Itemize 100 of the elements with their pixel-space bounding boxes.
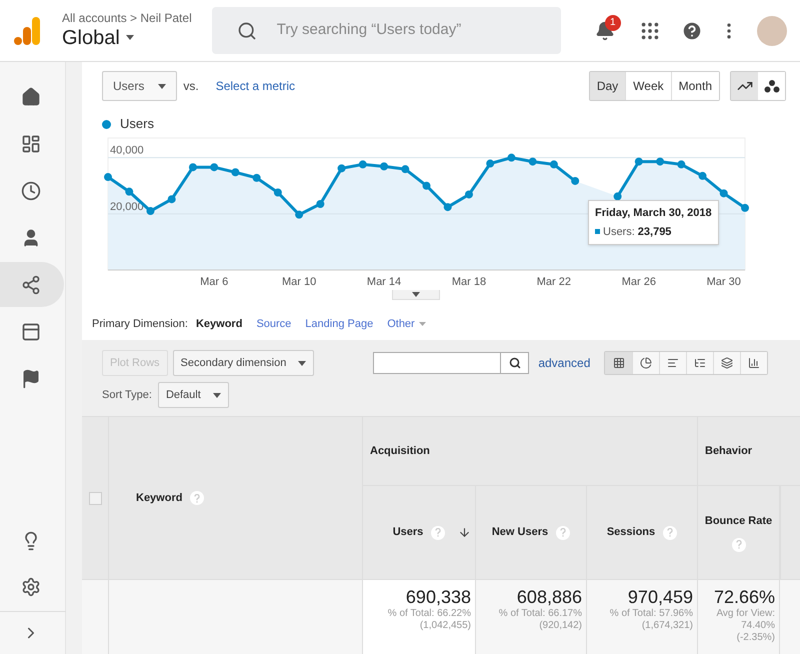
data-point bbox=[507, 154, 516, 162]
tooltip-label: Users: bbox=[603, 224, 635, 240]
x-axis-label: Mar 26 bbox=[622, 276, 656, 288]
period-button[interactable]: Month bbox=[670, 72, 719, 100]
total-value: 690,338 bbox=[406, 586, 471, 608]
metric-column-header[interactable]: New Users bbox=[476, 486, 587, 579]
search-icon bbox=[236, 20, 257, 40]
table-search-field[interactable] bbox=[373, 352, 502, 374]
flag-icon bbox=[21, 368, 41, 388]
x-axis-label: Mar 30 bbox=[706, 276, 741, 288]
data-point bbox=[528, 158, 537, 166]
stack-icon bbox=[721, 357, 734, 369]
x-axis-label: Mar 14 bbox=[366, 276, 402, 288]
y-axis-label: 20,000 bbox=[110, 200, 144, 213]
group-header: Acquisition bbox=[363, 417, 698, 486]
view-button[interactable] bbox=[605, 352, 632, 374]
metric-column-header[interactable]: Users bbox=[363, 486, 476, 579]
grid-icon bbox=[612, 357, 625, 369]
x-axis-label: Mar 18 bbox=[452, 276, 486, 288]
data-point bbox=[146, 207, 154, 216]
caret-icon bbox=[418, 322, 426, 326]
data-point bbox=[444, 203, 452, 212]
bars-icon bbox=[667, 357, 680, 369]
dimension-tab[interactable]: Keyword bbox=[196, 316, 242, 332]
column-label: Sessions bbox=[606, 525, 656, 540]
data-point bbox=[550, 160, 558, 168]
keyword-column-header[interactable]: Keyword bbox=[136, 490, 182, 506]
total-subtext: % of Total: 57.96% bbox=[610, 608, 693, 620]
total-value: 72.66% bbox=[714, 586, 775, 608]
column-label: Users bbox=[392, 525, 424, 540]
data-point bbox=[358, 160, 367, 168]
x-axis-label: Mar 6 bbox=[200, 276, 228, 288]
data-point bbox=[104, 173, 112, 182]
data-point bbox=[274, 188, 282, 196]
total-subtext: Avg for View: bbox=[716, 608, 775, 620]
period-button[interactable]: Day bbox=[590, 72, 626, 100]
data-point bbox=[231, 168, 240, 176]
advanced-link[interactable]: advanced bbox=[538, 354, 590, 372]
data-point bbox=[295, 210, 304, 219]
metric-column-header[interactable]: Bounce Rate bbox=[698, 486, 780, 579]
vs-label: vs. bbox=[183, 78, 199, 95]
search-input[interactable]: Try searching “Users today” bbox=[276, 19, 537, 42]
metric-column-header[interactable]: Sessions bbox=[587, 486, 698, 579]
data-point bbox=[252, 174, 261, 182]
caret-icon bbox=[126, 35, 134, 40]
home-icon bbox=[21, 86, 41, 106]
dimension-menu[interactable]: Other bbox=[387, 316, 426, 332]
window-icon bbox=[21, 322, 41, 342]
select-all-checkbox[interactable] bbox=[88, 492, 102, 504]
dimension-tab[interactable]: Source bbox=[256, 316, 292, 332]
data-point bbox=[464, 190, 473, 198]
view-button[interactable] bbox=[740, 352, 768, 374]
help-icon[interactable] bbox=[680, 20, 703, 42]
sort-type-dropdown[interactable]: Default bbox=[158, 382, 229, 408]
view-button[interactable] bbox=[713, 352, 740, 374]
secondary-dimension-dropdown[interactable]: Secondary dimension bbox=[172, 350, 314, 376]
caret-icon bbox=[158, 84, 166, 88]
x-axis-label: Mar 10 bbox=[282, 276, 316, 288]
data-point bbox=[168, 195, 176, 204]
line-chart-button[interactable] bbox=[731, 72, 758, 100]
caret-icon bbox=[298, 360, 306, 366]
group-header: Behavior bbox=[698, 417, 800, 486]
view-button[interactable] bbox=[632, 352, 660, 374]
total-subtext: 74.40% bbox=[741, 620, 775, 632]
metric-dropdown[interactable]: Users bbox=[102, 71, 178, 101]
search-button[interactable] bbox=[501, 352, 530, 374]
view-button[interactable] bbox=[659, 352, 686, 374]
total-value: 970,459 bbox=[628, 586, 693, 608]
branch-icon bbox=[21, 274, 41, 294]
column-label: Bounce Rate bbox=[704, 514, 772, 530]
settings-icon[interactable] bbox=[21, 577, 41, 597]
search-icon bbox=[508, 357, 521, 369]
data-point bbox=[401, 165, 410, 174]
data-point bbox=[188, 163, 197, 172]
caret-icon bbox=[212, 392, 221, 398]
data-point bbox=[677, 160, 686, 168]
tree-icon bbox=[694, 357, 706, 369]
x-axis-label: Mar 22 bbox=[536, 276, 572, 288]
data-point bbox=[316, 200, 324, 208]
legend-label: Users bbox=[120, 115, 154, 134]
notification-badge: 1 bbox=[604, 14, 621, 30]
caret-icon bbox=[412, 292, 420, 297]
property-selector[interactable]: Global bbox=[62, 24, 192, 50]
data-point bbox=[634, 158, 643, 166]
primary-dimension-label: Primary Dimension: bbox=[92, 316, 188, 332]
breadcrumb[interactable]: All accounts > Neil Patel bbox=[62, 10, 192, 24]
column-label: New Users bbox=[492, 525, 548, 540]
bubbles-icon bbox=[764, 79, 780, 93]
total-subtext: % of Total: 66.22% bbox=[388, 608, 471, 620]
sidebar-item[interactable] bbox=[0, 262, 64, 307]
dimension-tab[interactable]: Landing Page bbox=[305, 316, 374, 332]
select-metric-link[interactable]: Select a metric bbox=[216, 77, 296, 95]
collapse-chart-tab[interactable] bbox=[392, 290, 440, 300]
search-field[interactable]: Try searching “Users today” bbox=[212, 7, 561, 54]
data-point bbox=[656, 158, 664, 166]
total-subtext: (920,142) bbox=[539, 620, 582, 632]
view-button[interactable] bbox=[686, 352, 714, 374]
data-point bbox=[210, 163, 218, 172]
data-point bbox=[614, 192, 622, 200]
total-subtext: (1,042,455) bbox=[420, 620, 471, 632]
